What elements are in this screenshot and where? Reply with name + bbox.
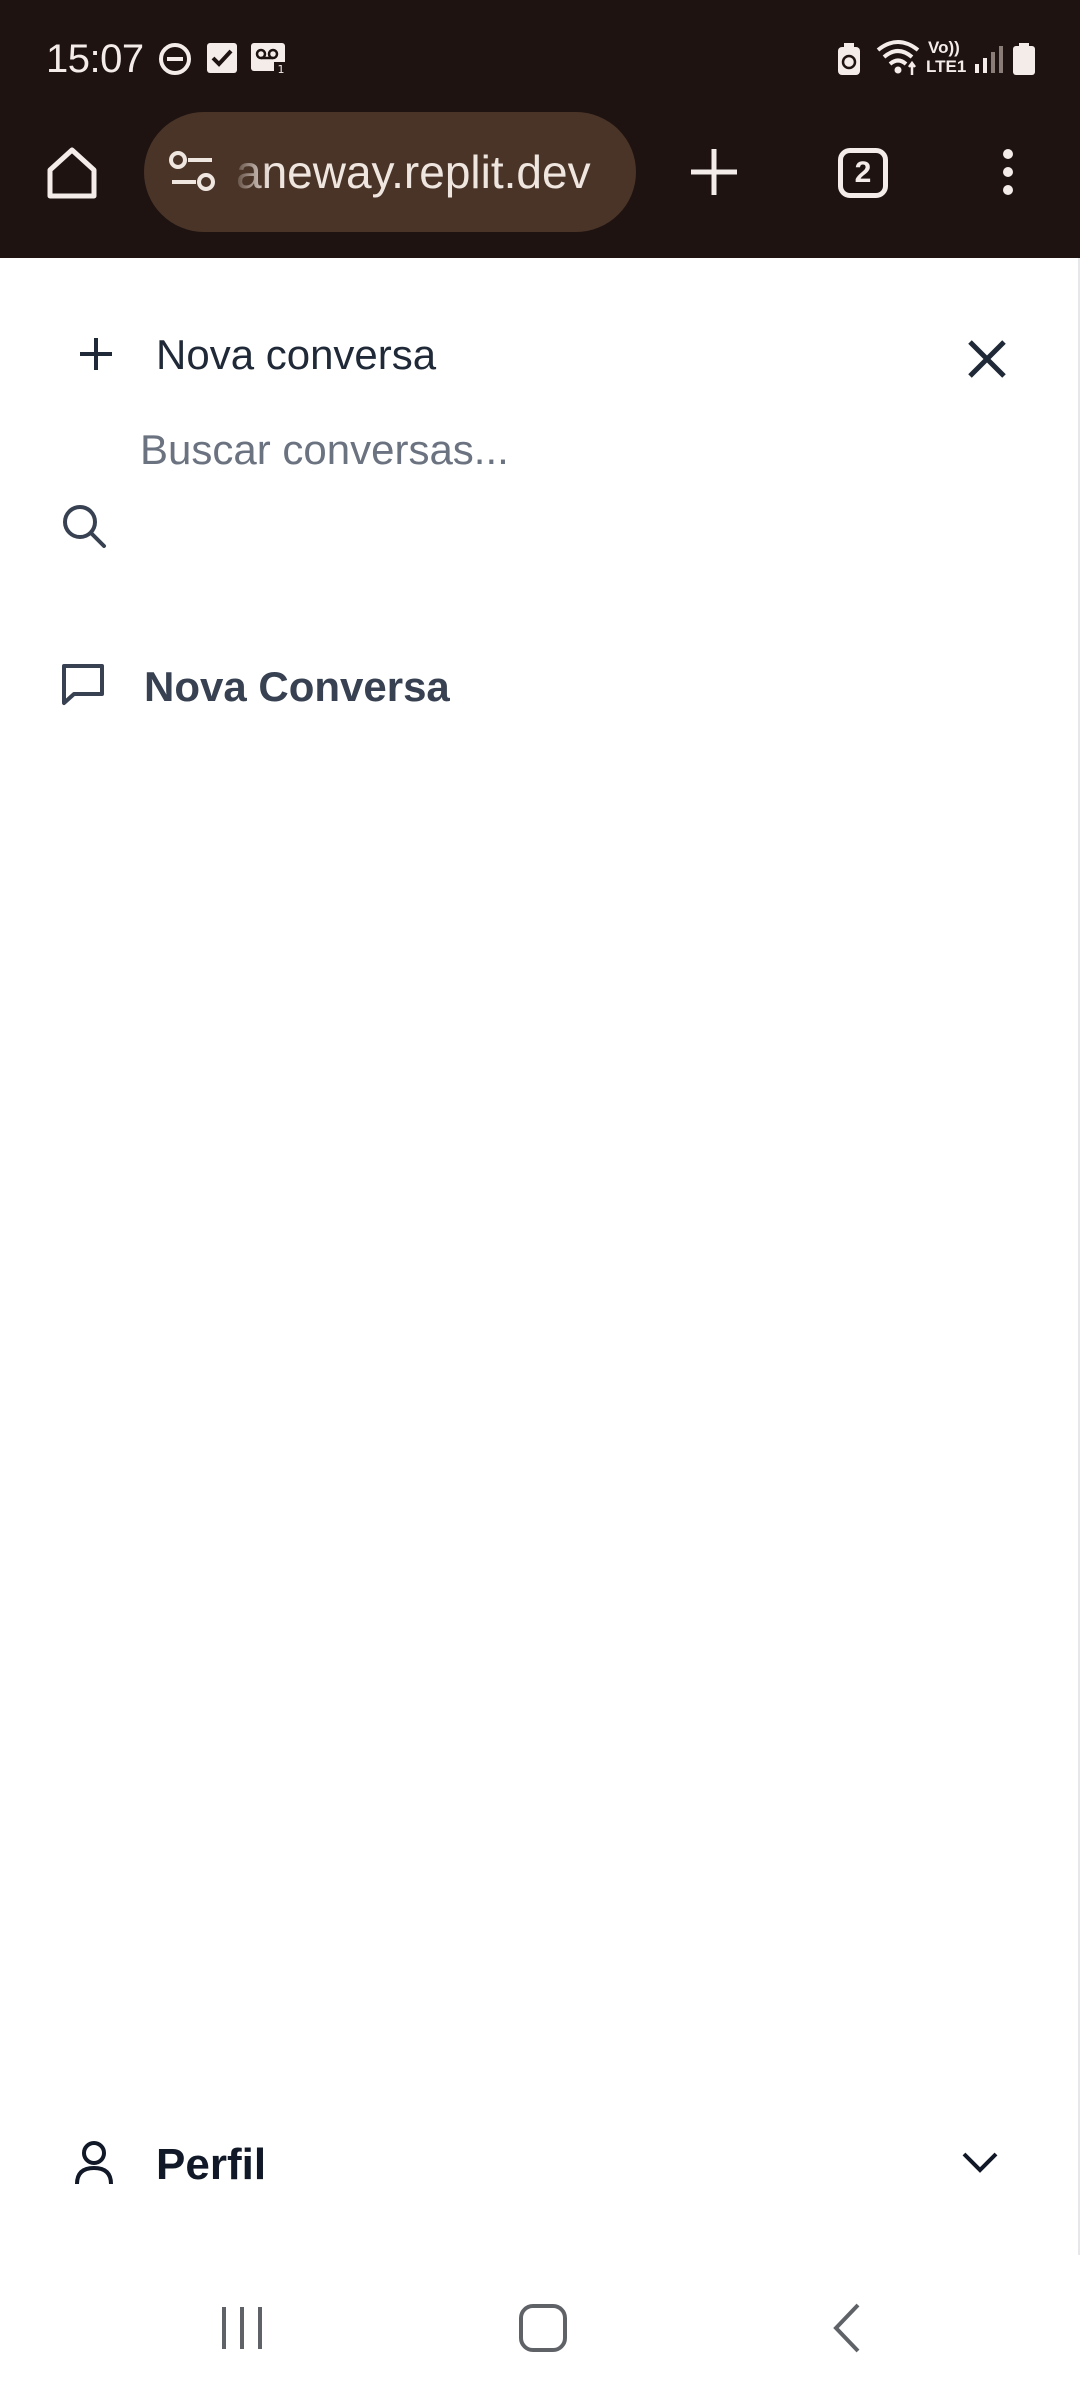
message-square-icon [62,664,104,705]
home-button-icon[interactable] [518,2303,568,2353]
svg-text:1: 1 [278,63,285,76]
status-bar: 15:07 1 Vo)) LTE1 [0,0,1080,118]
new-chat-label[interactable]: Nova conversa [156,330,436,380]
profile-label[interactable]: Perfil [156,2140,266,2190]
home-icon[interactable] [44,144,100,200]
search-icon [63,505,106,548]
status-time: 15:07 [46,37,144,81]
tab-count: 2 [854,156,872,189]
lte-label: LTE1 [926,57,967,76]
system-nav-bar [0,2255,1080,2400]
url-text[interactable]: aneway.replit.dev [236,112,591,232]
search-input[interactable] [140,422,1000,478]
site-settings-icon[interactable] [168,150,216,194]
more-vert-icon[interactable] [996,148,1020,196]
chevron-down-icon [962,2152,998,2173]
signal-icon [975,46,1003,73]
conversation-sidebar: Nova conversa Nova Conversa Perfil [0,258,1080,2255]
close-icon[interactable] [966,338,1008,380]
conversation-title[interactable]: Nova Conversa [144,662,450,712]
user-icon [75,2141,113,2185]
plus-icon [80,338,112,370]
wifi-icon [876,40,920,75]
address-bar[interactable]: aneway.replit.dev [144,112,636,232]
do-not-disturb-icon [159,43,191,75]
tab-switcher-icon[interactable]: 2 [838,148,888,198]
checkbox-notification-icon [207,43,237,73]
volte-label: Vo)) [928,38,960,57]
voicemail-icon: 1 [251,43,288,76]
battery-icon [1013,43,1035,75]
back-icon[interactable] [828,2301,864,2355]
new-tab-icon[interactable] [688,146,740,198]
recent-apps-icon[interactable] [218,2305,266,2351]
url-fade [230,112,270,232]
volte-indicator: Vo)) LTE1 [926,38,970,78]
battery-saver-icon [838,43,860,75]
